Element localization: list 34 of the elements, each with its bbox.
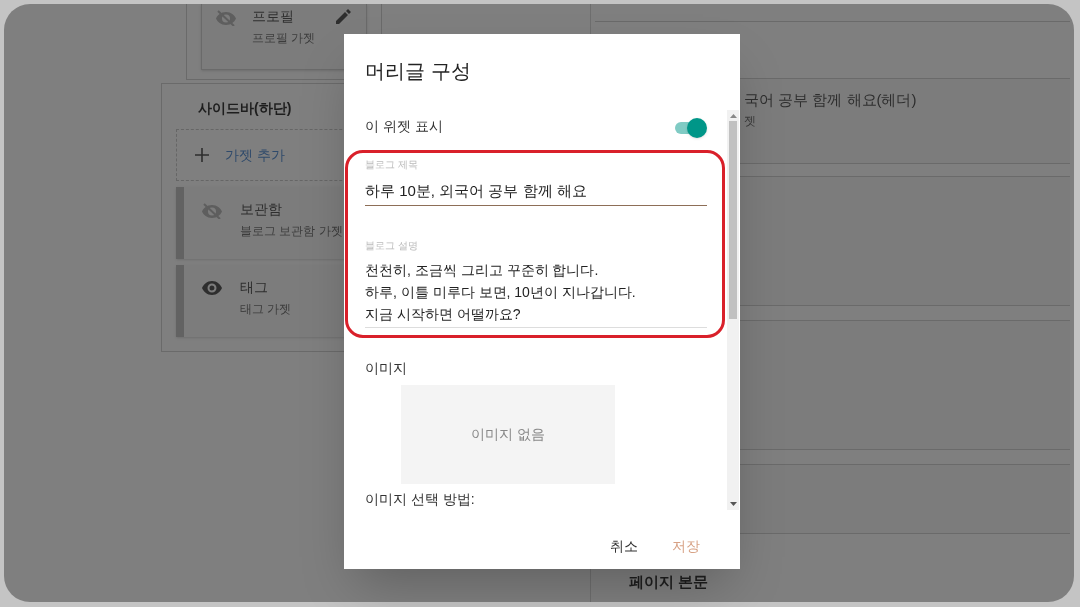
scrollbar[interactable] xyxy=(727,110,739,510)
eye-slash-icon xyxy=(202,203,222,219)
scroll-down-icon[interactable] xyxy=(729,502,737,506)
gadget-title: 국어 공부 함께 해요(헤더) xyxy=(744,90,918,110)
gadget-subtitle: 프로필 가젯 xyxy=(252,30,317,47)
gadget-title: 태그 xyxy=(240,278,269,297)
drag-handle[interactable] xyxy=(176,265,184,337)
toggle-switch[interactable] xyxy=(673,117,707,136)
gadget-title: 프로필 xyxy=(252,7,295,26)
gadget-subtitle: 태그 가젯 xyxy=(240,301,292,318)
gadget-subtitle: 블로그 보관함 가젯 xyxy=(240,223,343,240)
section-label: 이미지 xyxy=(365,358,408,378)
toggle-label: 이 위젯 표시 xyxy=(365,117,443,136)
gadget-subtitle: 젯 xyxy=(744,112,757,130)
eye-icon xyxy=(202,281,222,295)
drag-handle[interactable] xyxy=(176,187,184,259)
section-title: 페이지 본문 xyxy=(629,573,709,590)
field-label: 블로그 제목 xyxy=(365,158,419,172)
scroll-up-icon[interactable] xyxy=(729,114,737,118)
plus-icon xyxy=(195,148,209,162)
placeholder-text: 이미지 없음 xyxy=(471,424,545,444)
pencil-icon[interactable] xyxy=(336,8,352,24)
section-title: 사이드바(하단) xyxy=(198,99,293,118)
dialog-title: 머리글 구성 xyxy=(365,59,472,84)
field-label: 블로그 설명 xyxy=(365,238,419,253)
section-label: 이미지 선택 방법: xyxy=(365,490,476,509)
text-area[interactable]: 천천히, 조금씩 그리고 꾸준히 합니다. 하루, 이틀 미루다 보면, 10년이 지나갑니다. 지금 시작하면 어떨까요? xyxy=(365,258,707,328)
input-field[interactable]: 하루 10분, 외국어 공부 함께 해요 xyxy=(365,180,707,206)
gadget-title: 보관함 xyxy=(240,200,283,219)
eye-slash-icon xyxy=(216,10,236,26)
save-button[interactable]: 저장 xyxy=(658,530,714,563)
add-gadget-label[interactable]: 가젯 추가 xyxy=(225,144,285,166)
scrollbar-thumb[interactable] xyxy=(729,121,737,319)
cancel-button[interactable]: 취소 xyxy=(596,530,652,563)
